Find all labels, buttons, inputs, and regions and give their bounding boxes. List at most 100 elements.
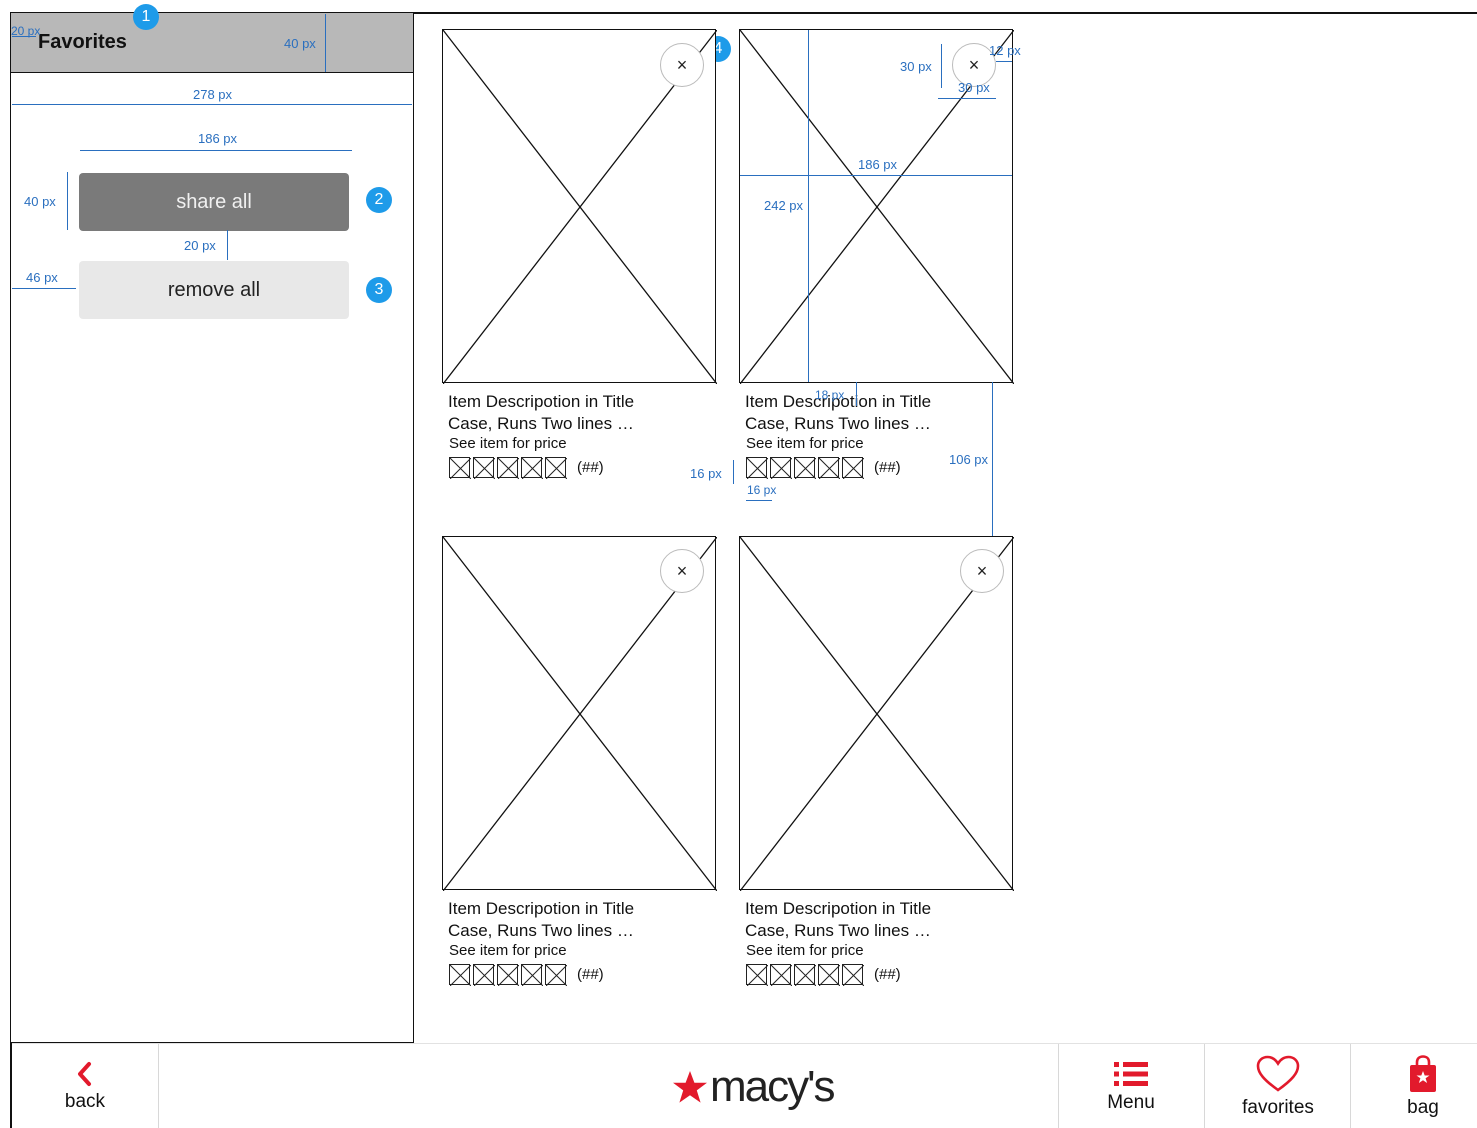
review-count: (##) (577, 459, 604, 476)
menu-label: Menu (1107, 1091, 1155, 1113)
rating-star-placeholder-icon (473, 457, 495, 479)
dim-header-height: 40 px (284, 36, 316, 51)
dim-close-size: 30 px (900, 59, 932, 74)
remove-all-button[interactable]: remove all (79, 261, 349, 319)
nav-divider (1204, 1044, 1205, 1128)
rating-star-placeholder-icon (842, 457, 864, 479)
item-description-line2: Case, Runs Two lines … (448, 921, 634, 940)
share-all-button[interactable]: share all (79, 173, 349, 231)
logo-wordmark: macy's (710, 1062, 836, 1111)
rating-star-placeholder-icon (449, 964, 471, 986)
dim-line (325, 14, 326, 72)
item-description[interactable]: Item Descripotion in Title Case, Runs Two… (745, 898, 1007, 942)
item-price: See item for price (746, 942, 864, 959)
item-description-line1: Item Descripotion in Title (448, 392, 635, 411)
dim-line (12, 104, 412, 105)
rating-star-placeholder-icon (521, 457, 543, 479)
item-description[interactable]: Item Descripotion in Title Case, Runs Two… (448, 898, 710, 942)
rating-star-placeholder-icon (497, 964, 519, 986)
dim-tile-width: 186 px (858, 157, 898, 172)
rating-star-placeholder-icon (545, 964, 567, 986)
favorites-sidebar: Favorites share all remove all (10, 12, 414, 1043)
back-label: back (64, 1090, 106, 1112)
item-description-line2: Case, Runs Two lines … (448, 414, 634, 433)
rating-star-placeholder-icon (818, 964, 840, 986)
rating-star-placeholder-icon (794, 457, 816, 479)
close-icon: × (976, 560, 988, 581)
item-description-line1: Item Descripotion in Title (448, 899, 635, 918)
page-title: Favorites (38, 31, 127, 53)
macys-logo[interactable]: macy's (672, 1062, 836, 1112)
rating-star-placeholder-icon (794, 964, 816, 986)
close-icon: × (676, 54, 688, 75)
item-description-line2: Case, Runs Two lines … (745, 414, 931, 433)
dim-button-left: 46 px (26, 270, 58, 285)
bag-icon (1410, 1054, 1436, 1092)
heart-icon (1256, 1055, 1300, 1092)
remove-favorite-button[interactable]: × (660, 43, 704, 87)
dim-row-gap: 106 px (949, 452, 989, 467)
menu-button[interactable]: Menu (1072, 1044, 1190, 1128)
dim-button-height: 40 px (24, 194, 56, 209)
star-logo-icon (673, 1071, 707, 1103)
dim-line (67, 172, 68, 230)
chevron-left-icon (78, 1061, 91, 1086)
dim-star-width: 16 px (747, 483, 777, 497)
rating-stars: (##) (449, 964, 604, 986)
rating-stars: (##) (746, 964, 901, 986)
back-button[interactable]: back (42, 1044, 128, 1128)
rating-stars: (##) (746, 457, 901, 479)
rating-star-placeholder-icon (449, 457, 471, 479)
rating-star-placeholder-icon (473, 964, 495, 986)
rating-star-placeholder-icon (521, 964, 543, 986)
dim-tile-height: 242 px (764, 198, 804, 213)
menu-list-icon (1114, 1061, 1148, 1086)
dim-line (12, 36, 36, 37)
dim-line (227, 230, 228, 260)
rating-stars: (##) (449, 457, 604, 479)
dim-line (733, 460, 734, 484)
review-count: (##) (874, 459, 901, 476)
dim-line (856, 382, 857, 406)
bag-label: bag (1407, 1096, 1439, 1118)
nav-divider (1058, 1044, 1059, 1128)
nav-divider (1350, 1044, 1351, 1128)
review-count: (##) (577, 966, 604, 983)
dim-line (12, 288, 76, 289)
close-icon: × (968, 54, 980, 75)
annotation-badge-1: 1 (133, 4, 159, 30)
rating-star-placeholder-icon (497, 457, 519, 479)
annotation-badge-2: 2 (366, 187, 392, 213)
rating-star-placeholder-icon (770, 964, 792, 986)
dim-line (996, 61, 1012, 62)
dim-line (746, 500, 772, 501)
remove-favorite-button[interactable]: × (660, 549, 704, 593)
item-description-line1: Item Descripotion in Title (745, 392, 932, 411)
rating-star-placeholder-icon (746, 457, 768, 479)
dim-close-width: 30 px (958, 80, 990, 95)
dim-line (938, 98, 996, 99)
review-count: (##) (874, 966, 901, 983)
item-description-line2: Case, Runs Two lines … (745, 921, 931, 940)
favorites-label: favorites (1242, 1096, 1314, 1118)
nav-divider (158, 1044, 159, 1128)
dim-line (808, 30, 809, 382)
rating-star-placeholder-icon (746, 964, 768, 986)
dim-button-width: 186 px (198, 131, 238, 146)
rating-star-placeholder-icon (842, 964, 864, 986)
annotation-badge-3: 3 (366, 277, 392, 303)
item-description[interactable]: Item Descripotion in Title Case, Runs Two… (745, 391, 1007, 435)
dim-desc-gap: 18 px (815, 388, 845, 402)
dim-line (992, 382, 993, 536)
rating-star-placeholder-icon (818, 457, 840, 479)
dim-sidebar-width: 278 px (193, 87, 233, 102)
remove-favorite-button[interactable]: × (960, 549, 1004, 593)
item-price: See item for price (449, 942, 567, 959)
bottom-nav: back macy's Menu favorites bag (12, 1043, 1477, 1128)
favorites-button[interactable]: favorites (1216, 1044, 1340, 1128)
dim-line (80, 150, 352, 151)
item-description[interactable]: Item Descripotion in Title Case, Runs Two… (448, 391, 710, 435)
dim-line (740, 175, 1012, 176)
bag-button[interactable]: bag (1362, 1044, 1477, 1128)
item-price: See item for price (449, 435, 567, 452)
